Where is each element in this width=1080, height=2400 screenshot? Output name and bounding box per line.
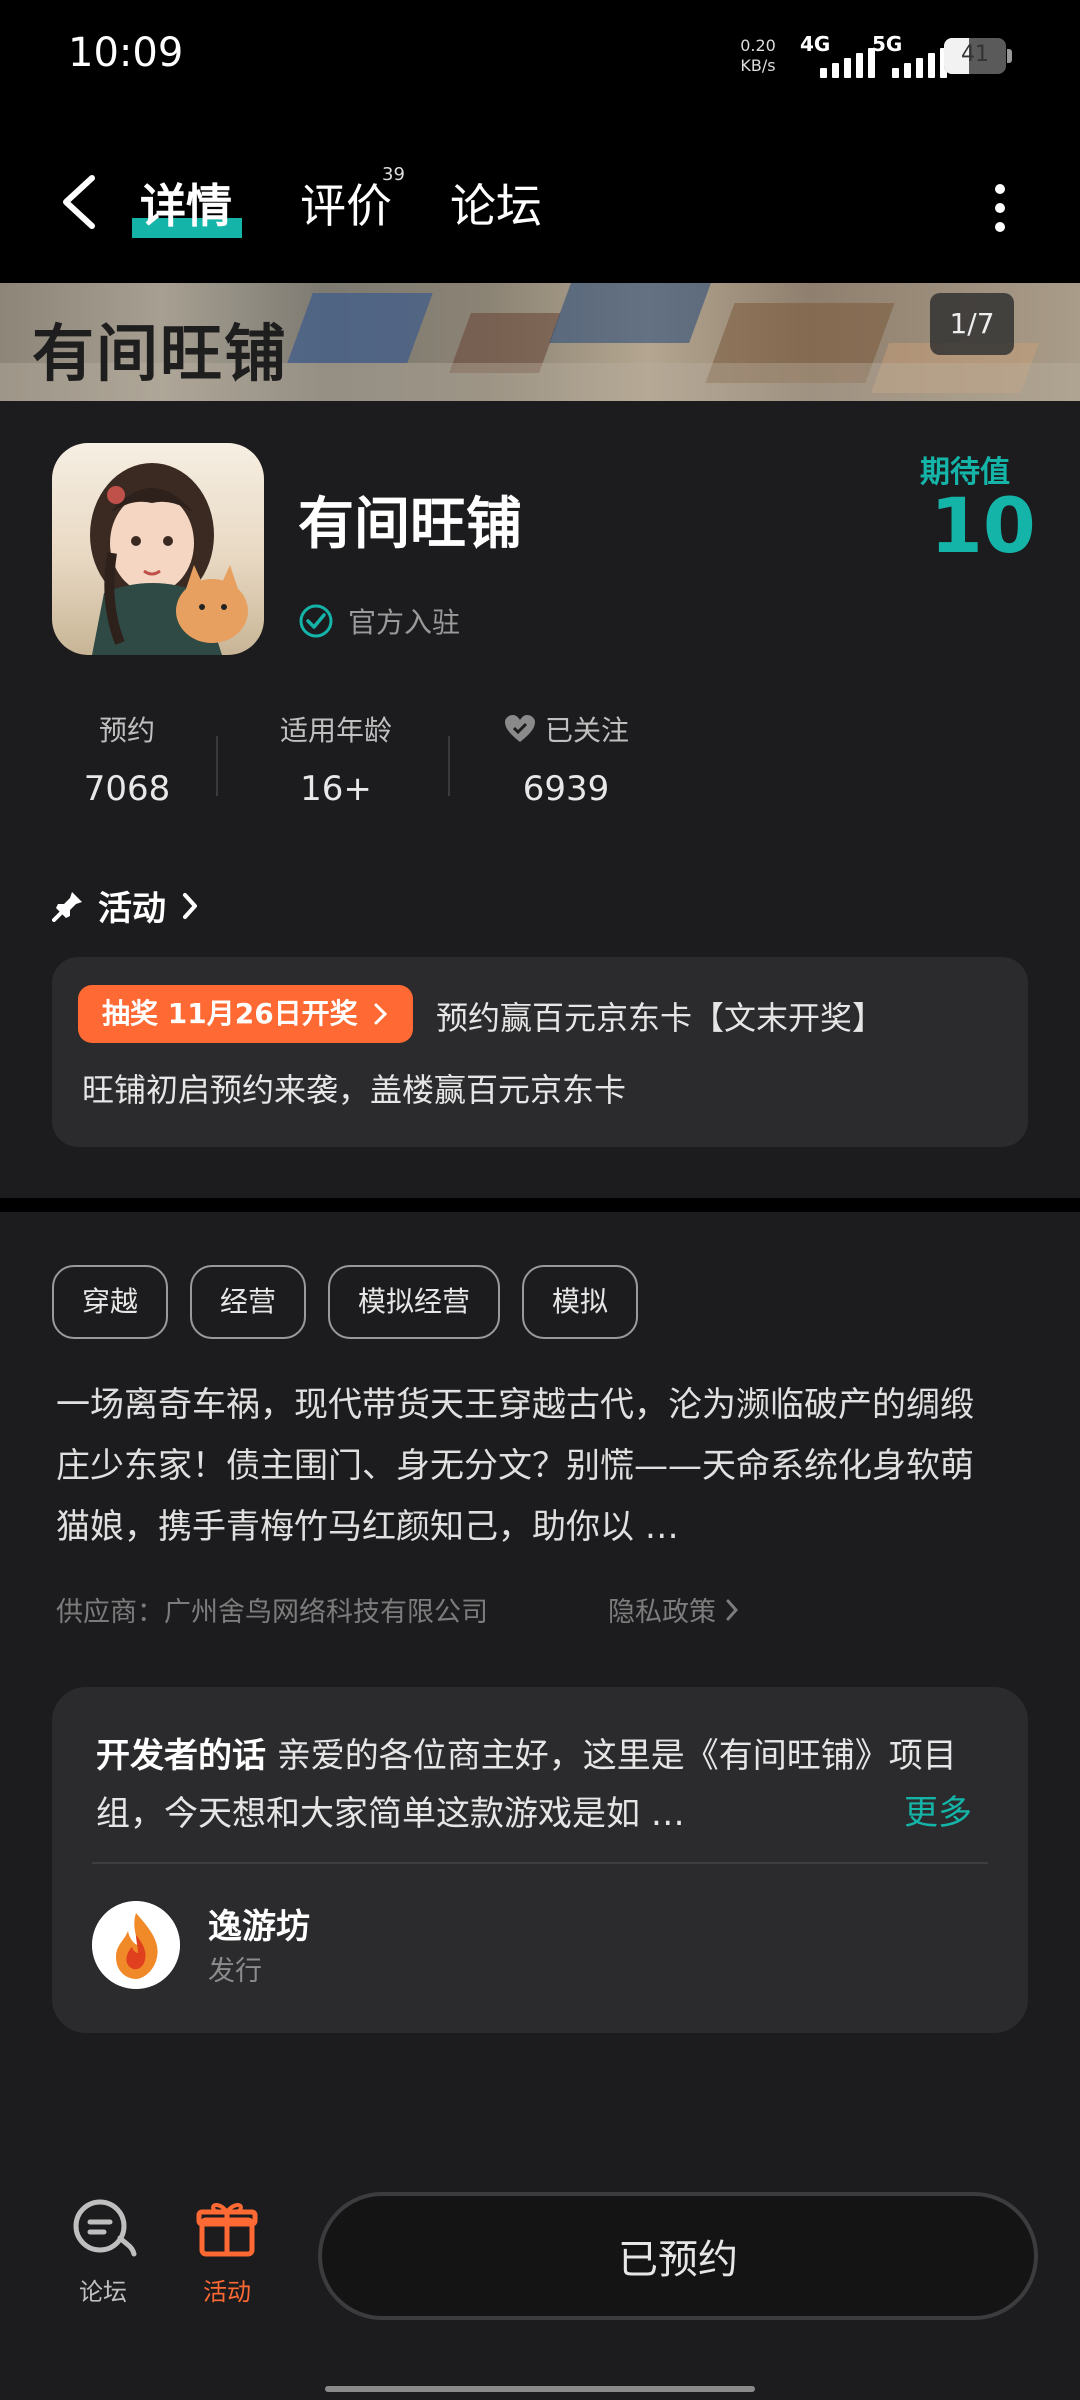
pin-icon bbox=[52, 891, 82, 922]
game-app-icon bbox=[52, 443, 264, 655]
developer-message-title: 开发者的话 bbox=[96, 1736, 266, 1776]
chevron-right-icon bbox=[374, 1003, 388, 1025]
stat-divider bbox=[448, 736, 450, 796]
tab-forum[interactable]: 论坛 bbox=[450, 170, 542, 236]
network-speed-value: 0.20 bbox=[740, 36, 776, 55]
verified-label: 官方入驻 bbox=[348, 606, 461, 639]
status-time: 10:09 bbox=[68, 30, 184, 76]
banner-game-logo: 有间旺铺 bbox=[32, 317, 289, 390]
top-navigation: 详情 评价 39 论坛 bbox=[0, 120, 1080, 283]
stat-reservations-value: 7068 bbox=[83, 769, 171, 809]
privacy-policy-label: 隐私政策 bbox=[608, 1597, 716, 1628]
lottery-badge: 抽奖 11月26日开奖 bbox=[78, 985, 414, 1043]
battery-icon: 41 bbox=[944, 38, 1012, 74]
stat-divider bbox=[216, 736, 218, 796]
banner-page-counter: 1/7 bbox=[930, 293, 1014, 355]
home-indicator[interactable] bbox=[325, 2386, 755, 2392]
verified-check-icon bbox=[299, 604, 333, 638]
game-info-section: 有间旺铺 官方入驻 期待值 10 预约 7068 适用年龄 16+ 已关注 69… bbox=[0, 401, 1080, 1201]
tag-chip[interactable]: 穿越 bbox=[52, 1265, 169, 1339]
activity-card[interactable]: 抽奖 11月26日开奖 预约赢百元京东卡【文末开奖】 旺铺初启预约来袭，盖楼赢百… bbox=[52, 957, 1028, 1147]
stat-reservations-label: 预约 bbox=[98, 714, 155, 747]
heart-icon bbox=[504, 715, 535, 742]
stat-age-value: 16+ bbox=[300, 769, 372, 809]
developer-message: 开发者的话 亲爱的各位商主好，这里是《有间旺铺》项目组，今天想和大家简单这款游戏… bbox=[96, 1727, 976, 1843]
stat-followers-label: 已关注 bbox=[544, 714, 629, 747]
divider bbox=[92, 1862, 988, 1864]
tag-chip[interactable]: 模拟经营 bbox=[328, 1265, 501, 1339]
stat-age-label: 适用年龄 bbox=[279, 714, 392, 747]
activity-subtitle: 旺铺初启预约来袭，盖楼赢百元京东卡 bbox=[82, 1071, 627, 1109]
tab-details[interactable]: 详情 bbox=[140, 170, 232, 236]
publisher-name[interactable]: 逸游坊 bbox=[208, 1899, 310, 1948]
tag-chip[interactable]: 经营 bbox=[190, 1265, 307, 1339]
stat-followers[interactable]: 已关注 6939 bbox=[476, 709, 656, 809]
expectation-value: 10 bbox=[930, 481, 1036, 570]
developer-card[interactable]: 开发者的话 亲爱的各位商主好，这里是《有间旺铺》项目组，今天想和大家简单这款游戏… bbox=[52, 1687, 1028, 2033]
bottom-nav-forum[interactable]: 论坛 bbox=[48, 2198, 158, 2307]
publisher-avatar[interactable] bbox=[92, 1901, 180, 1989]
supplier-info: 供应商：广州舍鸟网络科技有限公司 bbox=[56, 1597, 488, 1628]
gift-icon bbox=[196, 2203, 258, 2257]
battery-level: 41 bbox=[961, 42, 989, 67]
bottom-nav-activity-label: 活动 bbox=[203, 2278, 251, 2306]
bottom-nav-forum-label: 论坛 bbox=[79, 2278, 127, 2306]
tab-reviews[interactable]: 评价 bbox=[300, 170, 392, 236]
game-title: 有间旺铺 bbox=[298, 492, 522, 557]
activity-section-header[interactable]: 活动 bbox=[52, 881, 200, 930]
developer-more-link[interactable]: 更多 bbox=[904, 1785, 972, 1834]
screenshot-banner[interactable]: 有间旺铺 1/7 bbox=[0, 283, 1080, 401]
signal-5g-icon: 5G bbox=[872, 32, 947, 78]
lottery-badge-text: 抽奖 11月26日开奖 bbox=[102, 997, 358, 1030]
status-bar: 10:09 0.20 KB/s 4G 5G 41 bbox=[0, 0, 1080, 120]
more-options-icon[interactable] bbox=[990, 184, 1010, 232]
game-description[interactable]: 一场离奇车祸，现代带货天王穿越古代，沦为濒临破产的绸缎庄少东家！债主围门、身无分… bbox=[56, 1375, 996, 1558]
network-speed: 0.20 KB/s bbox=[738, 36, 778, 76]
stat-reservations: 预约 7068 bbox=[52, 709, 202, 809]
chevron-right-icon bbox=[183, 892, 197, 919]
reserved-button[interactable]: 已预约 bbox=[318, 2192, 1038, 2320]
bottom-fade bbox=[0, 2125, 1080, 2165]
stat-followers-label-row: 已关注 bbox=[476, 709, 656, 749]
signal-4g-icon: 4G bbox=[800, 32, 875, 78]
official-verified: 官方入驻 bbox=[298, 601, 460, 641]
stat-age-rating: 适用年龄 16+ bbox=[246, 709, 426, 809]
back-arrow-icon[interactable] bbox=[56, 172, 106, 232]
section-separator bbox=[0, 1198, 1080, 1212]
chevron-right-icon bbox=[726, 1599, 739, 1620]
forum-icon bbox=[73, 2199, 137, 2257]
tag-chip[interactable]: 模拟 bbox=[522, 1265, 639, 1339]
publisher-role: 发行 bbox=[208, 1956, 262, 1987]
privacy-policy-link[interactable]: 隐私政策 bbox=[608, 1590, 740, 1629]
bottom-nav-activity[interactable]: 活动 bbox=[172, 2198, 282, 2307]
activity-title: 预约赢百元京东卡【文末开奖】 bbox=[436, 999, 885, 1037]
activity-section-title: 活动 bbox=[98, 889, 166, 929]
tag-list: 穿越 经营 模拟经营 模拟 bbox=[52, 1265, 639, 1339]
reviews-count-badge: 39 bbox=[382, 164, 405, 185]
bottom-action-bar: 论坛 活动 已预约 bbox=[0, 2162, 1080, 2400]
stat-followers-value: 6939 bbox=[522, 769, 610, 809]
network-speed-unit: KB/s bbox=[740, 56, 776, 75]
